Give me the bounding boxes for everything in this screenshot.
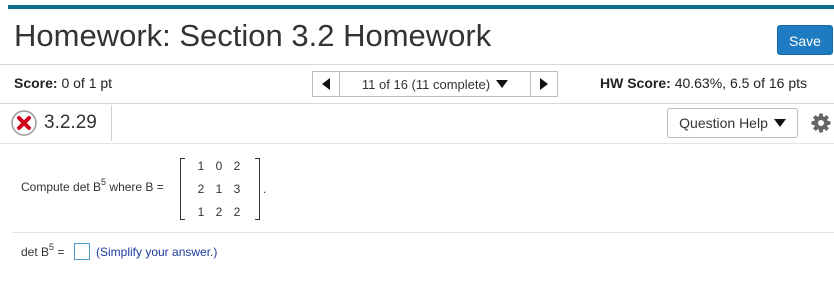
matrix-cell: 2	[215, 205, 223, 219]
score-bar: Score: 0 of 1 pt 11 of 16 (11 complete) …	[0, 64, 834, 104]
prompt-exponent: 5	[101, 177, 107, 187]
question-number: 3.2.29	[44, 112, 97, 133]
matrix-cell: 0	[215, 159, 223, 173]
problem-statement: Compute det B5 where B = 1 0 2 2 1 3 1 2…	[21, 158, 721, 220]
save-button[interactable]: Save	[777, 25, 833, 55]
answer-exponent: 5	[49, 242, 55, 252]
question-header: 3.2.29 Question Help	[0, 103, 834, 144]
matrix-cell: 2	[197, 182, 205, 196]
prompt-end: where B =	[106, 180, 164, 194]
matrix-cell: 2	[233, 205, 241, 219]
caret-down-icon	[773, 119, 786, 127]
answer-label-start: det B	[21, 245, 50, 259]
matrix-cell: 3	[233, 182, 241, 196]
hw-score-value: 40.63%, 6.5 of 16 pts	[674, 75, 808, 91]
matrix-cell: 1	[197, 205, 205, 219]
question-help-button[interactable]: Question Help	[667, 108, 798, 138]
hw-score-label: HW Score:	[600, 75, 671, 91]
matrix-cell: 1	[197, 159, 205, 173]
matrix-b: 1 0 2 2 1 3 1 2 2	[180, 158, 260, 220]
arrow-left-icon	[322, 78, 330, 90]
matrix-cell: 1	[215, 182, 223, 196]
score: Score: 0 of 1 pt	[14, 75, 112, 91]
top-accent-bar	[0, 0, 834, 9]
period: .	[263, 182, 267, 196]
right-bracket	[255, 158, 260, 220]
answer-label: det B5 =	[21, 242, 65, 259]
score-value: 0 of 1 pt	[61, 75, 113, 91]
section-divider	[12, 232, 834, 233]
answer-label-end: =	[54, 245, 65, 259]
left-bracket	[180, 158, 185, 220]
next-question-button[interactable]	[530, 71, 558, 97]
matrix-cell: 2	[233, 159, 241, 173]
question-select-label: 11 of 16 (11 complete)	[361, 76, 491, 92]
divider	[111, 105, 112, 141]
prompt-start: Compute det B	[21, 180, 102, 194]
problem-prompt: Compute det B5 where B =	[21, 177, 164, 194]
gear-icon[interactable]	[811, 113, 831, 133]
answer-input[interactable]	[74, 243, 90, 260]
question-select-dropdown[interactable]: 11 of 16 (11 complete)	[340, 71, 530, 97]
question-help-label: Question Help	[679, 115, 768, 131]
page-title: Homework: Section 3.2 Homework	[14, 18, 492, 53]
title-row: Homework: Section 3.2 Homework Save	[0, 9, 834, 65]
question-navigator: 11 of 16 (11 complete)	[312, 71, 558, 97]
arrow-right-icon	[540, 78, 548, 90]
hw-score: HW Score: 40.63%, 6.5 of 16 pts	[600, 75, 807, 91]
score-label: Score:	[14, 75, 58, 91]
caret-down-icon	[496, 80, 509, 88]
previous-question-button[interactable]	[312, 71, 340, 97]
incorrect-x-icon	[11, 110, 37, 136]
answer-hint: (Simplify your answer.)	[96, 245, 218, 259]
